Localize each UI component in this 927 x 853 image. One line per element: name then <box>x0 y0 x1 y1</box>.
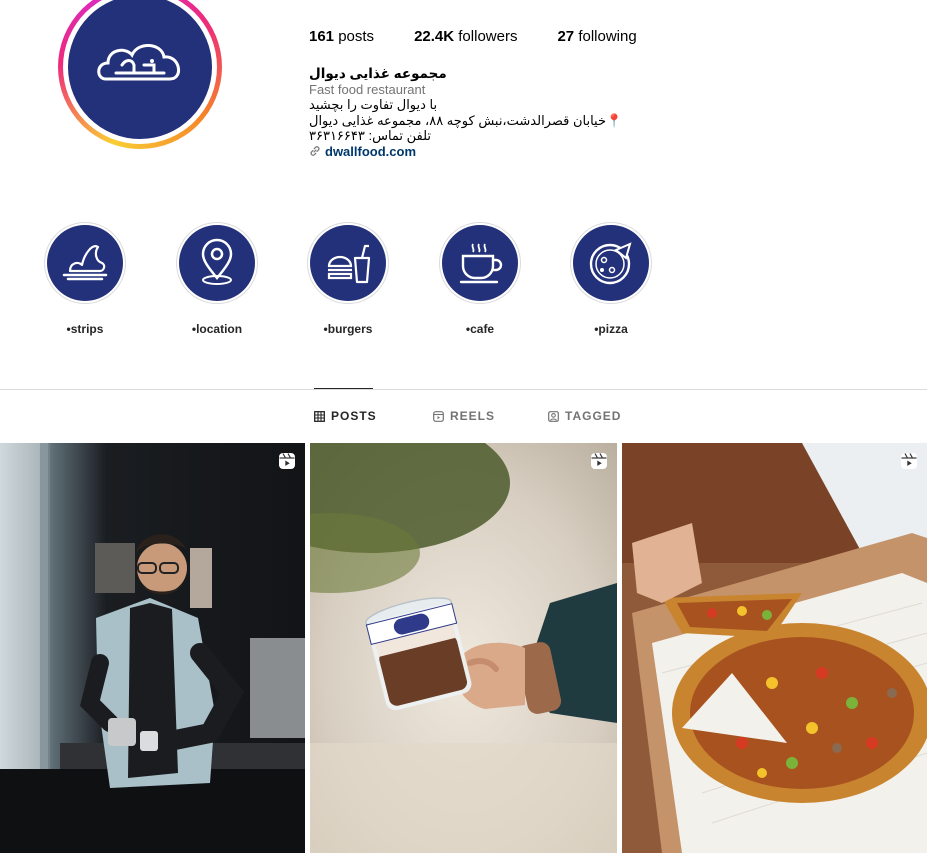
following-stat[interactable]: 27 following <box>557 28 636 45</box>
tabs-divider <box>0 389 927 390</box>
reels-icon <box>279 453 295 469</box>
reels-icon <box>591 453 607 469</box>
barista-photo <box>0 443 305 853</box>
brand-logo <box>68 0 212 139</box>
reels-icon <box>433 410 444 422</box>
highlight-location[interactable]: •location <box>175 222 259 336</box>
tab-posts[interactable]: POSTS <box>314 409 377 423</box>
highlight-label: •strips <box>66 322 104 336</box>
tagged-icon <box>548 410 559 422</box>
pizza-photo <box>622 443 927 853</box>
bio-line: با دیوال تفاوت را بچشید <box>309 97 438 112</box>
burger-drink-icon <box>327 244 371 284</box>
website-link[interactable]: dwallfood.com <box>309 144 669 160</box>
highlight-label: •cafe <box>465 322 495 336</box>
bio-phone: تلفن تماس: ۳۶۳۱۶۶۴۳ <box>309 128 432 143</box>
followers-stat[interactable]: 22.4K followers <box>414 28 517 45</box>
highlight-strips[interactable]: •strips <box>43 222 127 336</box>
link-icon <box>310 146 320 157</box>
tab-reels[interactable]: REELS <box>433 409 495 423</box>
profile-avatar[interactable] <box>58 0 222 149</box>
post-thumbnail-2[interactable] <box>310 443 617 853</box>
grid-icon <box>314 410 325 422</box>
reels-icon <box>901 453 917 469</box>
profile-name: مجموعه غذایی دیوال <box>309 66 447 81</box>
profile-bio: مجموعه غذایی دیوال Fast food restaurant … <box>309 66 669 159</box>
posts-stat: 161 posts <box>309 28 375 45</box>
coffee-cup-icon <box>459 243 503 284</box>
highlight-cafe[interactable]: •cafe <box>438 222 522 336</box>
pizza-icon <box>589 242 632 285</box>
profile-stats: 161 posts 22.4K followers 27 following <box>309 28 637 45</box>
highlight-label: •burgers <box>323 322 373 336</box>
bio-address: 📍خیابان قصرالدشت،نبش کوچه ۸۸، مجموعه غذا… <box>309 112 623 128</box>
profile-category: Fast food restaurant <box>309 81 426 97</box>
highlight-pizza[interactable]: •pizza <box>569 222 653 336</box>
post-thumbnail-3[interactable] <box>622 443 927 853</box>
highlight-burgers[interactable]: •burgers <box>306 222 390 336</box>
food-plate-icon <box>62 245 108 281</box>
location-pin-icon <box>201 238 233 285</box>
active-tab-indicator <box>314 388 373 389</box>
post-thumbnail-1[interactable] <box>0 443 305 853</box>
highlight-label: •location <box>191 322 243 336</box>
highlight-label: •pizza <box>594 322 628 336</box>
dessert-jar-photo <box>310 443 617 853</box>
tab-tagged[interactable]: TAGGED <box>548 409 621 423</box>
